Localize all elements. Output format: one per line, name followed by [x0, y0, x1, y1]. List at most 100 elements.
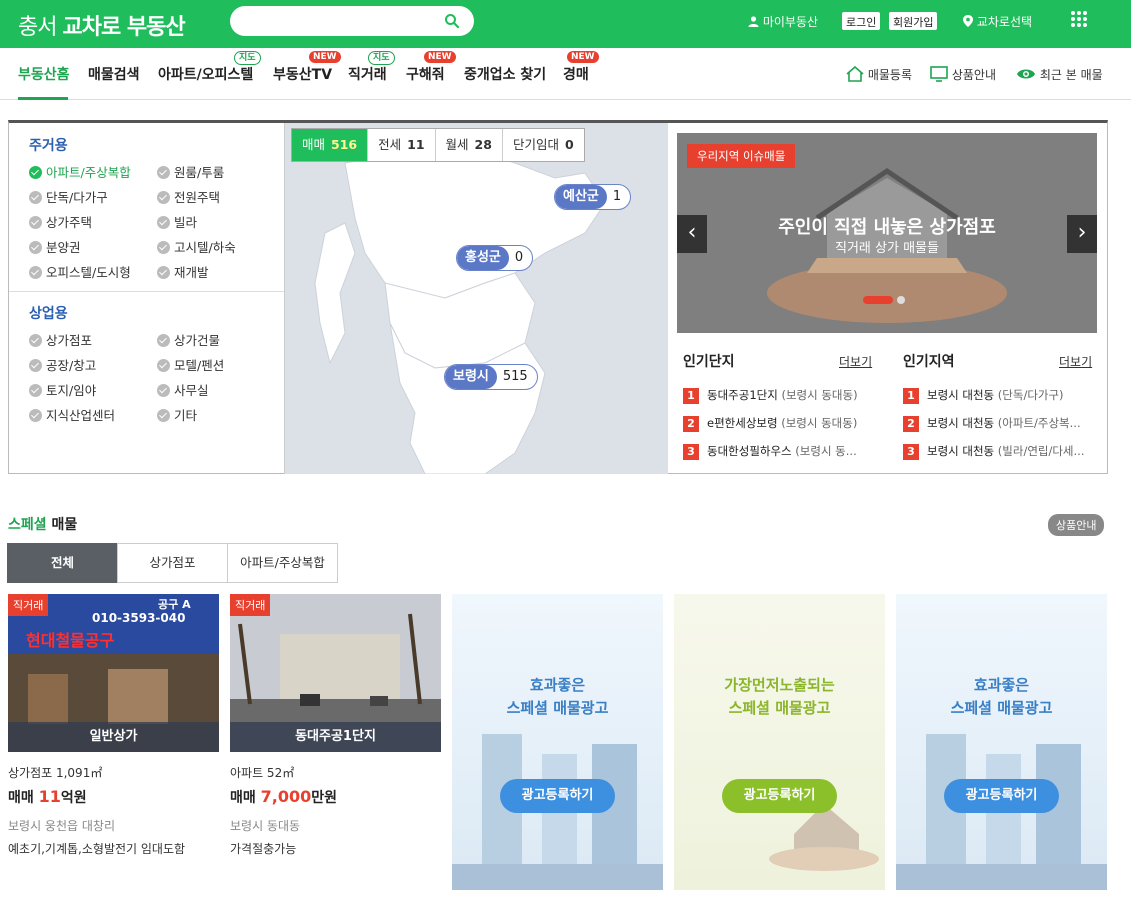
product-guide-link[interactable]: 상품안내 [930, 66, 996, 83]
checkbox-icon [157, 191, 170, 204]
search-icon[interactable] [444, 13, 460, 29]
nav-direct-deal[interactable]: 직거래 [348, 64, 387, 84]
site-logo[interactable]: 충서 교차로 부동산 [18, 9, 186, 41]
cat-label: 빌라 [174, 215, 198, 230]
rank-number: 3 [903, 444, 919, 460]
region-name: 예산군 [555, 185, 607, 209]
ad-register-button[interactable]: 광고등록하기 [944, 779, 1059, 813]
cat-presale-right[interactable]: 분양권 [29, 237, 81, 256]
apartment-buildings-illustration [896, 734, 1107, 890]
checkbox-icon [29, 191, 42, 204]
recently-viewed-link[interactable]: 최근 본 매물 [1016, 66, 1103, 83]
location-pin-icon [963, 15, 973, 27]
rank-number: 2 [903, 416, 919, 432]
tab-store[interactable]: 상가점포 [117, 543, 228, 583]
rank-number: 1 [903, 388, 919, 404]
cat-label: 토지/임야 [46, 383, 97, 398]
map-badge: 지도 [234, 51, 261, 65]
cat-detached[interactable]: 단독/다가구 [29, 187, 108, 206]
deal-tab-count: 11 [407, 137, 425, 152]
cat-office[interactable]: 사무실 [157, 380, 209, 399]
popular-region-item[interactable]: 3 보령시 대천동 (빌라/연립/다세... [903, 443, 1093, 460]
region-select-label: 교차로선택 [976, 15, 1033, 29]
region-map[interactable]: 매매 516 전세 11 월세 28 단기임대 0 예산군 1 홍성군 0 보령시 515 [284, 123, 668, 474]
price-prefix: 매매 [8, 790, 39, 806]
main-panel: 주거용 아파트/주상복합 원룸/투룸 단독/다가구 전원주택 상가주택 빌라 분… [8, 120, 1108, 474]
cat-store[interactable]: 상가점포 [29, 330, 92, 349]
cat-apartment[interactable]: 아파트/주상복합 [29, 162, 131, 181]
listing-card[interactable]: 직거래 동대주공1단지 아파트 52㎡ 매매 7,000만원 보령시 동대동 가… [230, 594, 441, 857]
pagination-dot-active[interactable] [863, 295, 893, 304]
cat-country-house[interactable]: 전원주택 [157, 187, 220, 206]
issue-banner[interactable]: 우리지역 이슈매물 주인이 직접 내놓은 상가점포 직거래 상가 매물들 ‹ › [677, 133, 1097, 333]
cat-knowledge-center[interactable]: 지식산업센터 [29, 405, 115, 424]
listing-photo[interactable]: 공구 A 010-3593-040 현대철물공구 직거래 일반상가 [8, 594, 219, 752]
listing-price: 매매 11억원 [8, 787, 219, 807]
product-guide-label: 상품안내 [951, 68, 996, 82]
tab-all[interactable]: 전체 [7, 543, 118, 583]
region-pill-hongseong[interactable]: 홍성군 0 [456, 245, 534, 271]
checkbox-icon [157, 216, 170, 229]
chevron-right-icon[interactable]: › [1067, 215, 1097, 253]
listing-card[interactable]: 공구 A 010-3593-040 현대철물공구 직거래 일반상가 상가점포 1… [8, 594, 219, 857]
region-pill-boryeong[interactable]: 보령시 515 [444, 364, 538, 390]
cat-label: 분양권 [46, 240, 81, 255]
listing-price: 매매 7,000만원 [230, 787, 441, 807]
cat-oneroom[interactable]: 원룸/투룸 [157, 162, 224, 181]
checkbox-icon [157, 266, 170, 279]
register-listing-link[interactable]: 매물등록 [846, 65, 912, 83]
popular-complex-item[interactable]: 2 e편한세상보령 (보령시 동대동) [683, 415, 863, 432]
cat-land[interactable]: 토지/임야 [29, 380, 96, 399]
tab-short-term[interactable]: 단기임대 0 [503, 129, 584, 161]
apps-grid-icon[interactable] [1070, 10, 1088, 28]
popular-complex-more[interactable]: 더보기 [839, 353, 872, 370]
tab-apartment[interactable]: 아파트/주상복합 [227, 543, 338, 583]
ad-card[interactable]: 효과좋은 스페셜 매물광고 광고등록하기 [452, 594, 663, 890]
ad-card[interactable]: 효과좋은 스페셜 매물광고 광고등록하기 [896, 594, 1107, 890]
nav-find-agency[interactable]: 중개업소 찾기 [464, 64, 546, 84]
popular-region-item[interactable]: 2 보령시 대천동 (아파트/주상복... [903, 415, 1093, 432]
nav-realty-tv[interactable]: 부동산TV [273, 64, 332, 84]
nav-listing-search[interactable]: 매물검색 [88, 64, 140, 84]
ad-line1: 가장먼저노출되는 [724, 676, 835, 694]
ad-register-button[interactable]: 광고등록하기 [500, 779, 615, 813]
cat-shop-house[interactable]: 상가주택 [29, 212, 92, 231]
region-pill-yesan[interactable]: 예산군 1 [554, 184, 632, 210]
region-select-link[interactable]: 교차로선택 [963, 13, 1032, 30]
popular-complex-item[interactable]: 3 동대한성필하우스 (보령시 동... [683, 443, 863, 460]
nav-wanted[interactable]: 구해줘 [406, 64, 445, 84]
nav-auction[interactable]: 경매 [563, 64, 589, 84]
nav-apartment-officetel[interactable]: 아파트/오피스텔 [158, 64, 253, 84]
ad-card[interactable]: 가장먼저노출되는 스페셜 매물광고 광고등록하기 [674, 594, 885, 890]
rank-name: 보령시 대천동 [927, 388, 995, 402]
cat-etc[interactable]: 기타 [157, 405, 197, 424]
deal-tab-count: 28 [474, 137, 492, 152]
product-info-button[interactable]: 상품안내 [1048, 514, 1105, 536]
login-button[interactable]: 로그인 [842, 12, 881, 30]
deal-tab-count: 0 [564, 137, 574, 152]
residential-title: 주거용 [29, 138, 68, 154]
popular-region-item[interactable]: 1 보령시 대천동 (단독/다가구) [903, 387, 1093, 404]
cat-factory[interactable]: 공장/창고 [29, 355, 96, 374]
cat-motel[interactable]: 모텔/펜션 [157, 355, 224, 374]
search-input[interactable] [230, 6, 474, 36]
my-realty-link[interactable]: 마이부동산 [748, 13, 818, 30]
nav-realty-home[interactable]: 부동산홈 [18, 64, 70, 84]
listing-photo[interactable]: 직거래 동대주공1단지 [230, 594, 441, 752]
ad-register-button[interactable]: 광고등록하기 [722, 779, 837, 813]
cat-redevelopment[interactable]: 재개발 [157, 262, 209, 281]
tab-jeonse[interactable]: 전세 11 [368, 129, 436, 161]
tab-sale[interactable]: 매매 516 [292, 129, 369, 161]
tab-monthly-rent[interactable]: 월세 28 [436, 129, 503, 161]
pagination-dot[interactable] [897, 295, 905, 304]
cat-commercial-building[interactable]: 상가건물 [157, 330, 220, 349]
cat-label: 모텔/펜션 [174, 358, 225, 373]
chevron-left-icon[interactable]: ‹ [677, 215, 707, 253]
popular-region-more[interactable]: 더보기 [1059, 353, 1092, 370]
price-unit: 만원 [311, 790, 338, 806]
cat-villa[interactable]: 빌라 [157, 212, 197, 231]
signup-button[interactable]: 회원가입 [889, 12, 938, 30]
popular-complex-item[interactable]: 1 동대주공1단지 (보령시 동대동) [683, 387, 863, 404]
cat-gositel[interactable]: 고시텔/하숙 [157, 237, 236, 256]
cat-officetel[interactable]: 오피스텔/도시형 [29, 262, 131, 281]
